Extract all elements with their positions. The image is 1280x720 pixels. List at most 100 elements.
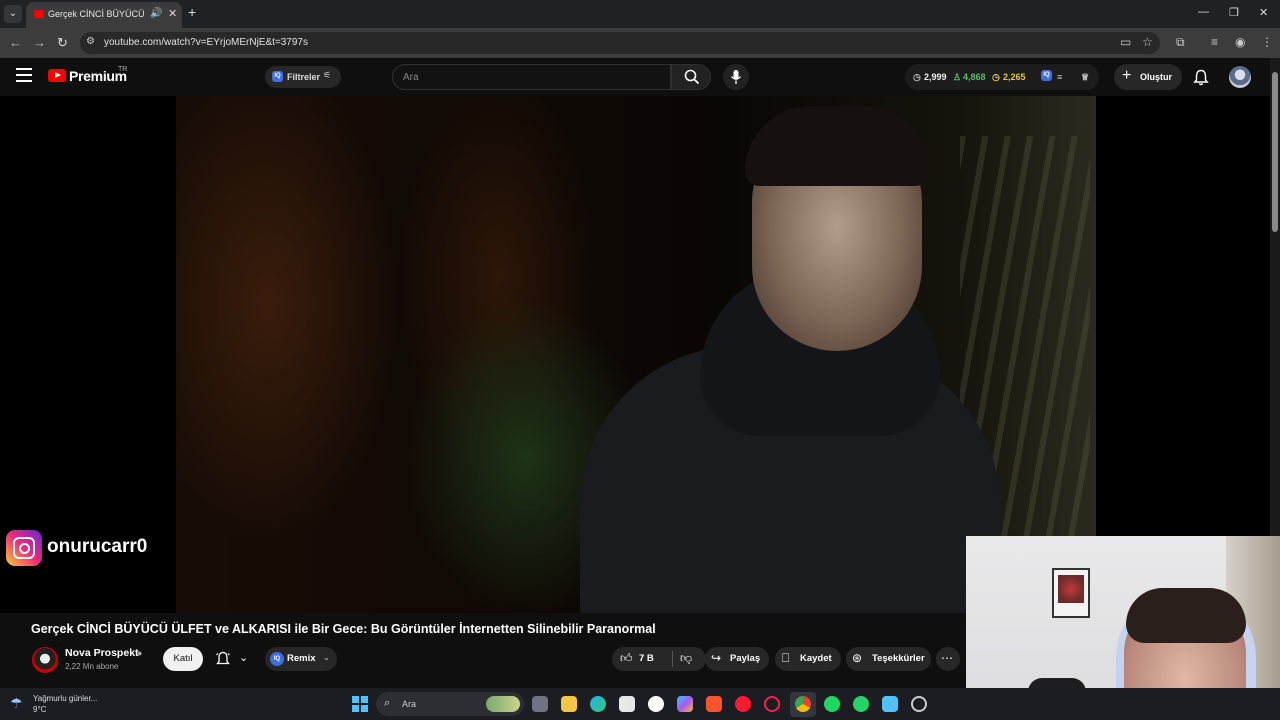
youtube-favicon-icon <box>34 10 44 18</box>
minimize-icon[interactable]: — <box>1198 6 1209 18</box>
extension-icon: IQ <box>270 652 284 666</box>
browser-tab[interactable]: Gerçek CİNCİ BÜYÜCÜ ÜLFET ve ALKARISI il… <box>26 2 182 28</box>
join-button[interactable]: Katıl <box>163 647 203 671</box>
search-box[interactable] <box>392 64 671 90</box>
like-icon[interactable]: 👍︎ <box>620 651 633 666</box>
opera-icon[interactable] <box>735 696 751 712</box>
like-count[interactable]: 7 B <box>639 653 654 664</box>
search-icon <box>684 69 700 85</box>
stat-time: 2,265 <box>1003 72 1026 82</box>
search-highlight-icon <box>486 696 520 712</box>
mic-icon <box>730 70 742 84</box>
filters-button[interactable]: IQ Filtreler ⚟ <box>265 66 341 88</box>
more-icon: ⋯ <box>941 651 953 665</box>
url-text: youtube.com/watch?v=EYrjoMErNjE&t=3797s <box>104 37 308 48</box>
like-dislike-group: 👍︎ 7 B 👎︎ <box>612 647 706 671</box>
bell-icon[interactable] <box>1193 69 1209 86</box>
notifications-button[interactable]: ⌄ <box>209 647 259 671</box>
brave-icon[interactable] <box>706 696 722 712</box>
youtube-logo-icon[interactable] <box>48 69 66 82</box>
edge-icon[interactable] <box>590 696 606 712</box>
steam-icon[interactable] <box>911 696 927 712</box>
whatsapp-icon[interactable] <box>853 696 869 712</box>
audio-icon[interactable]: 🔊 <box>150 8 162 19</box>
create-label: Oluştur <box>1140 72 1173 82</box>
voice-search-button[interactable] <box>723 64 749 90</box>
search-input[interactable] <box>403 69 663 85</box>
task-view-icon[interactable] <box>532 696 548 712</box>
share-button[interactable]: ↪ Paylaş <box>705 647 769 671</box>
list-icon[interactable]: ≡ <box>1057 72 1062 82</box>
bookmark-star-icon[interactable]: ☆ <box>1142 35 1153 49</box>
bell-ring-icon <box>216 651 230 665</box>
remix-label: Remix <box>287 653 316 664</box>
menu-icon[interactable] <box>16 68 32 82</box>
country-code: TR <box>118 66 128 73</box>
instagram-icon <box>6 530 42 566</box>
subscriber-count: 2,22 Mn abone <box>65 662 119 671</box>
rain-cloud-icon: ☂ <box>10 695 23 711</box>
taskbar-search-label: Ara <box>402 699 417 709</box>
chevron-down-icon: ⌄ <box>323 653 330 662</box>
create-button[interactable]: + Oluştur <box>1114 64 1182 90</box>
opera-gx-icon[interactable] <box>764 696 780 712</box>
tab-title: Gerçek CİNCİ BÜYÜCÜ ÜLFET ve ALKARISI il… <box>48 9 144 19</box>
windows-start-icon[interactable] <box>352 696 368 712</box>
stat-views: 2,999 <box>924 72 947 82</box>
time-icon: ◷ <box>992 72 1000 82</box>
photos-icon[interactable] <box>619 696 635 712</box>
close-icon[interactable]: ✕ <box>168 7 177 20</box>
remix-button[interactable]: IQ Remix ⌄ <box>265 647 337 671</box>
chrome-icon[interactable] <box>795 696 811 712</box>
profile-icon[interactable]: ◉ <box>1235 35 1245 49</box>
save-button[interactable]: ⎕ Kaydet <box>775 647 841 671</box>
taskbar-search[interactable]: ⌕ Ara <box>376 692 524 716</box>
reload-icon[interactable]: ↻ <box>57 35 68 51</box>
tune-icon: ⚟ <box>323 70 332 80</box>
more-actions-button[interactable]: ⋯ <box>936 647 960 671</box>
cast-icon[interactable]: ▭ <box>1120 35 1131 49</box>
new-tab-icon[interactable]: + <box>188 4 196 20</box>
address-bar[interactable]: ⚙ youtube.com/watch?v=EYrjoMErNjE&t=3797… <box>80 32 1160 54</box>
spotify-icon[interactable] <box>824 696 840 712</box>
youtube-masthead: Premium TR IQ Filtreler ⚟ ◷ 2,999 ♙ 4,86… <box>0 58 1270 96</box>
channel-avatar[interactable] <box>32 647 58 673</box>
streamer-hair <box>1126 588 1246 643</box>
instagram-handle: onurucarr0 <box>47 536 148 557</box>
back-icon[interactable]: ← <box>9 35 22 50</box>
save-label: Kaydet <box>800 653 832 664</box>
search-button[interactable] <box>671 64 711 90</box>
extension-stats[interactable]: ◷ 2,999 ♙ 4,868 ◷ 2,265 IQ ≡ ♕ <box>905 64 1099 90</box>
channel-name[interactable]: Nova Prospekt <box>65 647 139 659</box>
scrollbar-thumb[interactable] <box>1272 72 1278 232</box>
verified-icon: ● <box>137 648 143 658</box>
video-person-hair <box>745 106 930 186</box>
site-info-icon[interactable]: ⚙ <box>86 36 95 47</box>
notepad-icon[interactable] <box>882 696 898 712</box>
reading-list-icon[interactable]: ≡ <box>1211 35 1218 49</box>
bookmark-icon: ⎕ <box>782 651 790 665</box>
share-label: Paylaş <box>730 653 761 664</box>
thanks-label: Teşekkürler <box>872 653 925 664</box>
chevron-down-icon: ⌄ <box>239 652 249 664</box>
window-close-icon[interactable]: ✕ <box>1259 6 1268 19</box>
dislike-icon[interactable]: 👎︎ <box>680 651 692 666</box>
forward-icon[interactable]: → <box>33 35 46 50</box>
extensions-icon[interactable]: ⧉ <box>1176 35 1185 50</box>
account-avatar[interactable] <box>1229 66 1251 88</box>
copilot-icon[interactable] <box>677 696 693 712</box>
extension-icon: IQ <box>272 71 283 82</box>
restore-icon[interactable]: ❐ <box>1229 6 1239 19</box>
super-thanks-icon: ⊛ <box>852 651 863 665</box>
wall-picture-frame <box>1052 568 1090 618</box>
share-icon: ↪ <box>711 651 722 665</box>
thanks-button[interactable]: ⊛ Teşekkürler <box>846 647 931 671</box>
stat-likes: 4,868 <box>963 72 986 82</box>
kebab-menu-icon[interactable]: ⋮ <box>1261 35 1273 49</box>
browser-tab-bar: ⌄ Gerçek CİNCİ BÜYÜCÜ ÜLFET ve ALKARISI … <box>0 0 1280 28</box>
tab-list-icon[interactable]: ⌄ <box>4 5 22 23</box>
extension-icon[interactable]: IQ <box>1041 70 1052 81</box>
yandex-icon[interactable] <box>648 696 664 712</box>
file-explorer-icon[interactable] <box>561 696 577 712</box>
trophy-icon[interactable]: ♕ <box>1081 72 1089 83</box>
